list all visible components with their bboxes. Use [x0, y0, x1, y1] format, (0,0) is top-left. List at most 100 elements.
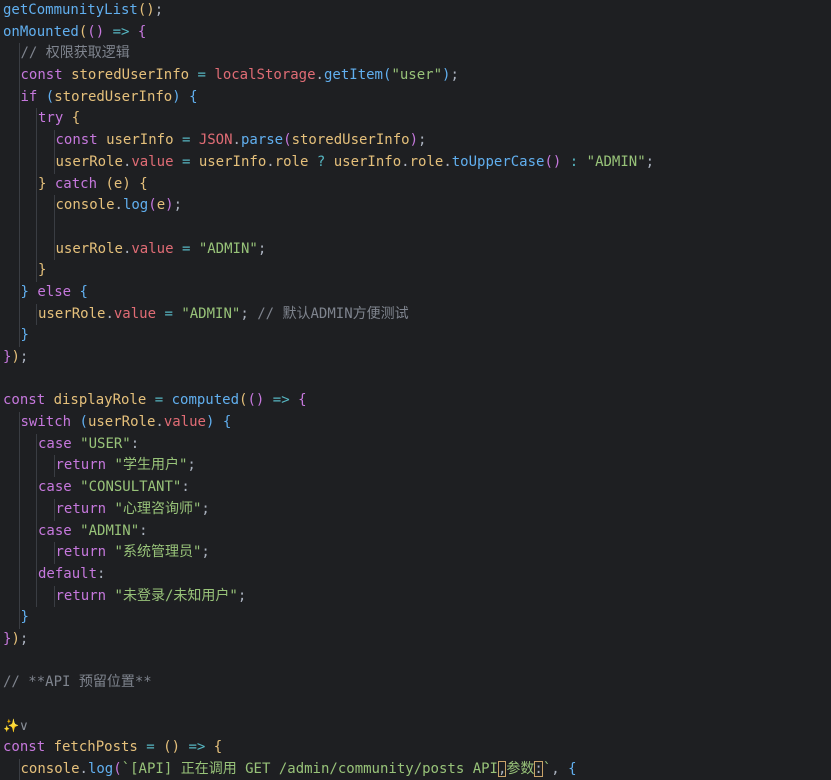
code-token: "学生用户"	[114, 457, 188, 474]
code-line[interactable]: const displayRole = computed(() => {	[0, 390, 831, 412]
indent-guide	[18, 498, 20, 521]
code-token: .	[443, 153, 452, 170]
code-token: :	[181, 479, 190, 496]
code-line[interactable]: });	[0, 629, 831, 651]
code-line[interactable]: } catch (e) {	[0, 173, 831, 196]
code-line[interactable]: case "ADMIN":	[0, 520, 831, 543]
indent-guide	[53, 542, 55, 564]
code-token: userRole	[55, 240, 123, 257]
code-token: :	[130, 435, 140, 452]
code-line[interactable]: console.log(`[API] 正在调用 GET /admin/commu…	[0, 759, 831, 780]
code-line[interactable]: userRole.value = "ADMIN"; // 默认ADMIN方便测试	[0, 303, 831, 326]
code-token: value	[131, 240, 174, 257]
code-line[interactable]: default:	[0, 563, 831, 586]
code-token: "CONSULTANT"	[80, 479, 182, 496]
code-token: console	[55, 197, 115, 214]
code-token: }	[38, 175, 55, 192]
indent-guide	[18, 86, 20, 109]
code-token: :	[97, 565, 106, 582]
code-token: // 默认ADMIN方便测试	[257, 305, 409, 322]
code-line[interactable]: // 权限获取逻辑	[0, 43, 831, 66]
code-line[interactable]: }	[0, 260, 831, 282]
code-token: parse	[240, 132, 284, 149]
code-line[interactable]: if (storedUserInfo) {	[0, 86, 831, 109]
indent-guide	[18, 173, 20, 196]
indent-guide	[18, 585, 20, 608]
indent-guide	[36, 498, 37, 521]
code-line[interactable]: }	[0, 325, 831, 347]
code-token: ;	[187, 457, 196, 474]
code-line[interactable]: console.log(e);	[0, 195, 831, 217]
code-line[interactable]: return "未登录/未知用户";	[0, 585, 831, 608]
code-token: case	[38, 522, 81, 539]
code-token: .	[315, 67, 324, 84]
code-token: =	[146, 392, 172, 409]
code-line[interactable]: return "学生用户";	[0, 455, 831, 478]
code-line[interactable]	[0, 694, 831, 716]
code-token: // **API 预留位置**	[3, 674, 152, 691]
code-token: "ADMIN"	[586, 153, 646, 170]
indent-guide	[18, 477, 20, 499]
code-token: userRole	[87, 414, 156, 431]
indent-guide	[53, 216, 55, 239]
code-line[interactable]: userRole.value = "ADMIN";	[0, 238, 831, 261]
indent-guide	[36, 542, 37, 564]
code-editor[interactable]: getCommunityList(); onMounted(() => {// 权…	[0, 0, 831, 780]
code-line[interactable]: return "心理咨询师";	[0, 498, 831, 521]
indent-guide	[18, 433, 20, 456]
indent-guide	[18, 195, 20, 217]
code-token: .	[401, 153, 410, 170]
code-line[interactable]: } else {	[0, 281, 831, 304]
code-token: computed	[171, 392, 240, 409]
code-line[interactable]: userRole.value = userInfo.role ? userInf…	[0, 151, 831, 174]
indent-guide	[36, 563, 37, 586]
code-token: ;	[201, 500, 210, 517]
code-token: "ADMIN"	[181, 305, 241, 322]
indent-guide	[18, 108, 20, 131]
code-line[interactable]: const userInfo = JSON.parse(storedUserIn…	[0, 130, 831, 152]
code-token: try	[38, 110, 72, 127]
code-token: :	[534, 761, 543, 778]
code-token: const	[20, 67, 72, 84]
code-line[interactable]: // **API 预留位置**	[0, 672, 831, 694]
code-line[interactable]	[0, 651, 831, 673]
code-token: e	[156, 197, 166, 214]
code-token: =	[137, 739, 164, 756]
code-line[interactable]: return "系统管理员";	[0, 542, 831, 564]
code-line[interactable]: }	[0, 607, 831, 629]
code-line[interactable]: try {	[0, 108, 831, 131]
ai-suggestion-icon[interactable]: ✨∨	[3, 719, 29, 734]
code-token: .	[155, 414, 164, 431]
code-token: log	[87, 761, 114, 778]
code-token: // 权限获取逻辑	[20, 45, 130, 62]
indent-guide	[36, 130, 37, 152]
code-token: ;	[154, 2, 164, 18]
code-token: ;	[19, 630, 29, 647]
code-token: =	[173, 240, 199, 257]
indent-guide	[36, 585, 37, 608]
code-line[interactable]: case "CONSULTANT":	[0, 477, 831, 499]
code-token: (	[105, 175, 114, 192]
indent-guide	[53, 238, 55, 261]
code-token: .	[232, 132, 241, 149]
code-token: }	[20, 609, 29, 626]
code-line[interactable]: const storedUserInfo = localStorage.getI…	[0, 65, 831, 87]
code-line[interactable]: ✨∨	[0, 716, 831, 738]
code-line[interactable]	[0, 369, 831, 391]
code-token: (	[247, 392, 256, 409]
code-token: {	[79, 283, 88, 300]
code-line[interactable]	[0, 216, 831, 239]
code-token: .	[114, 197, 123, 214]
code-line[interactable]: case "USER":	[0, 433, 831, 456]
code-token: userRole	[38, 305, 106, 322]
code-token: )	[146, 2, 155, 18]
code-line[interactable]: getCommunityList();	[0, 0, 831, 22]
code-token: userRole	[55, 153, 123, 170]
code-token: const	[3, 392, 54, 409]
code-line[interactable]: });	[0, 347, 831, 369]
code-line[interactable]: const fetchPosts = () => {	[0, 737, 831, 759]
code-token: =	[156, 305, 182, 322]
code-token: .	[79, 761, 88, 778]
code-line[interactable]: switch (userRole.value) {	[0, 412, 831, 434]
code-line[interactable]: onMounted(() => {	[0, 22, 831, 44]
